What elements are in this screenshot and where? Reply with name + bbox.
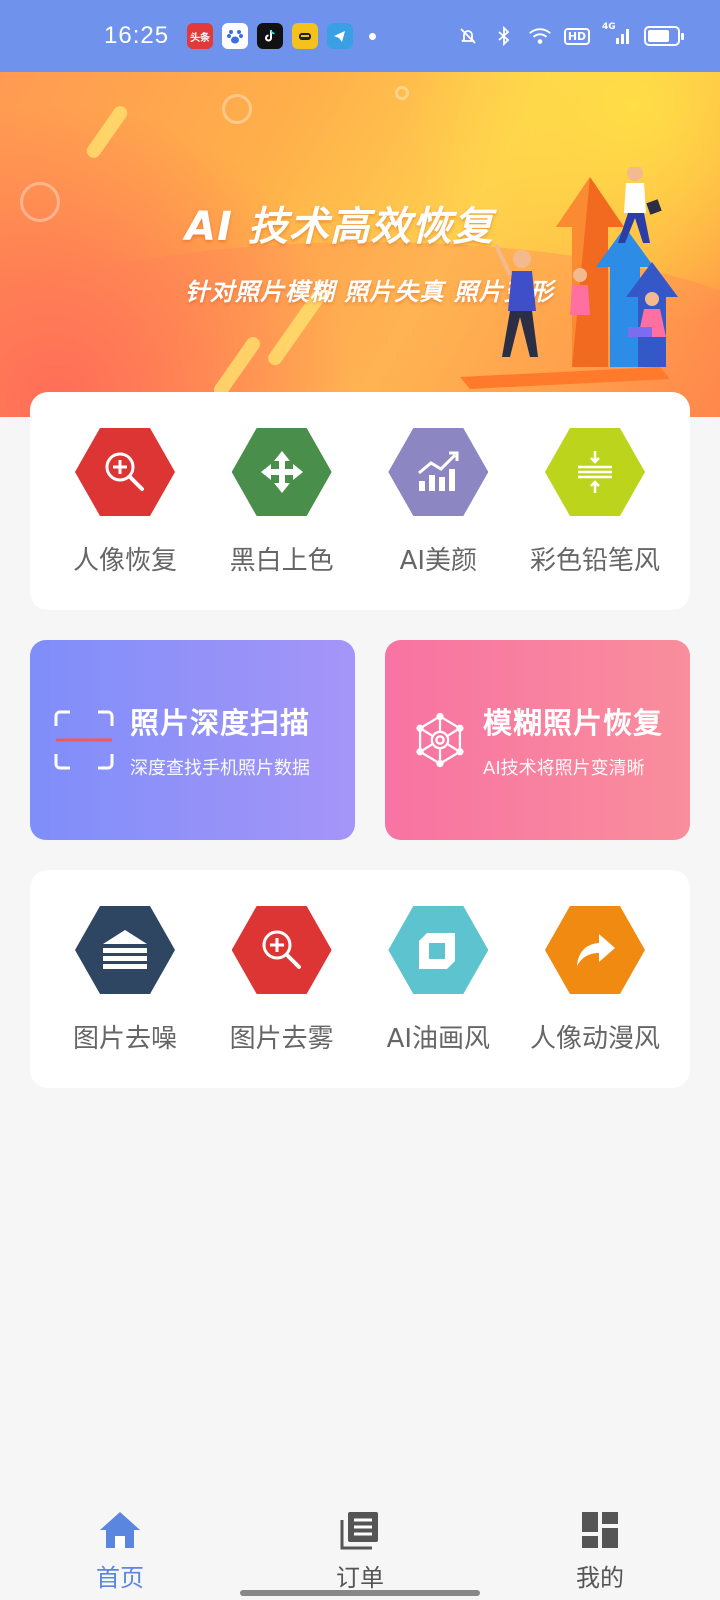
promo-text: 照片深度扫描 深度查找手机照片数据 [130, 700, 310, 780]
notification-icons: 头条 [187, 23, 354, 49]
signal-icon: 4G [602, 22, 632, 48]
banner-stripe [84, 103, 130, 161]
tiktok-icon [257, 23, 284, 49]
promo-title: 照片深度扫描 [130, 706, 311, 740]
network-gear-icon [416, 712, 464, 768]
more-notifications-dot [369, 32, 377, 40]
promo-title: 模糊照片恢复 [483, 706, 664, 740]
layers-icon [103, 930, 147, 969]
status-bar: 16:25 头条 HD 4G [0, 0, 720, 72]
tool-label: 图片去噪 [72, 1024, 177, 1054]
promo-blur-restore[interactable]: 模糊照片恢复 AI技术将照片变清晰 [385, 640, 690, 840]
battery-level [648, 30, 669, 42]
expand-lines-icon [577, 451, 612, 493]
banner-title: AI 技术高效恢复 [185, 204, 494, 250]
tool-portrait-restore[interactable]: 人像恢复 [50, 428, 200, 610]
promo-subtitle: 深度查找手机照片数据 [130, 758, 310, 779]
bottom-nav: 首页 订单 我的 [0, 1496, 720, 1600]
mute-bell-icon [456, 24, 480, 48]
tool-label: 图片去雾 [229, 1024, 334, 1054]
network-label: 4G [602, 22, 616, 32]
nav-label: 我的 [576, 1564, 624, 1592]
nav-item-home[interactable]: 首页 [60, 1496, 180, 1600]
tool-hex [388, 428, 489, 516]
tool-hex [75, 428, 175, 516]
hd-label: HD [563, 27, 591, 45]
toutiao-icon: 头条 [187, 23, 214, 49]
dashboard-icon [582, 1512, 618, 1548]
nav-item-profile[interactable]: 我的 [540, 1496, 660, 1600]
tools-card-top: 人像恢复 黑白上色 AI美颜 彩色铅笔风 [30, 392, 690, 610]
promo-subtitle: AI技术将照片变清晰 [483, 758, 645, 779]
tool-dehaze[interactable]: 图片去雾 [207, 906, 357, 1088]
tool-label: AI油画风 [386, 1024, 491, 1054]
wifi-icon [528, 24, 552, 48]
tool-anime-portrait[interactable]: 人像动漫风 [520, 906, 670, 1088]
magnifier-plus-icon [262, 930, 301, 969]
banner-ring [222, 94, 252, 124]
frame-icon [419, 933, 456, 969]
tool-ai-oil-painting[interactable]: AI油画风 [363, 906, 513, 1088]
home-indicator[interactable] [240, 1590, 480, 1596]
promo-text: 模糊照片恢复 AI技术将照片变清晰 [483, 700, 663, 780]
hd-icon: HD [563, 24, 591, 48]
share-arrow-icon [576, 934, 615, 966]
tool-ai-beauty[interactable]: AI美颜 [363, 428, 513, 610]
nav-item-orders[interactable]: 订单 [300, 1496, 420, 1600]
tool-label: 人像恢复 [72, 546, 177, 576]
tools-card-bottom: 图片去噪 图片去雾 AI油画风 人像动漫风 [30, 870, 690, 1088]
nav-label: 首页 [96, 1564, 144, 1592]
baidu-icon [222, 23, 249, 49]
move-arrows-icon [260, 451, 303, 493]
tool-hex [75, 906, 175, 994]
growth-arrows-illustration [460, 167, 678, 389]
tool-color-pencil[interactable]: 彩色铅笔风 [520, 428, 670, 610]
tool-label: 黑白上色 [229, 546, 334, 576]
tool-hex [388, 906, 489, 994]
battery-icon [644, 26, 684, 46]
app-icon [292, 23, 319, 49]
magnifier-plus-icon [105, 452, 144, 491]
telegram-icon [327, 23, 354, 49]
status-time: 16:25 [104, 22, 170, 49]
tool-hex [544, 428, 645, 516]
system-status: HD 4G [456, 22, 684, 48]
tool-label: 彩色铅笔风 [529, 546, 660, 576]
tool-denoise[interactable]: 图片去噪 [50, 906, 200, 1088]
tool-label: AI美颜 [399, 546, 478, 576]
promo-deep-scan[interactable]: 照片深度扫描 深度查找手机照片数据 [30, 640, 355, 840]
tool-bw-colorize[interactable]: 黑白上色 [207, 428, 357, 610]
tool-label: 人像动漫风 [529, 1024, 660, 1054]
banner-ring [395, 86, 409, 100]
nav-label: 订单 [336, 1564, 384, 1592]
orders-icon [340, 1512, 378, 1550]
tool-hex [231, 906, 332, 994]
trend-chart-icon [418, 451, 459, 491]
home-icon [100, 1512, 140, 1548]
bluetooth-icon [492, 24, 516, 48]
tool-hex [231, 428, 332, 516]
banner-ring [20, 182, 60, 222]
scan-frame-icon [54, 710, 114, 770]
tool-hex [544, 906, 645, 994]
hero-banner[interactable]: AI 技术高效恢复 针对照片模糊 照片失真 照片变形 [0, 72, 720, 417]
